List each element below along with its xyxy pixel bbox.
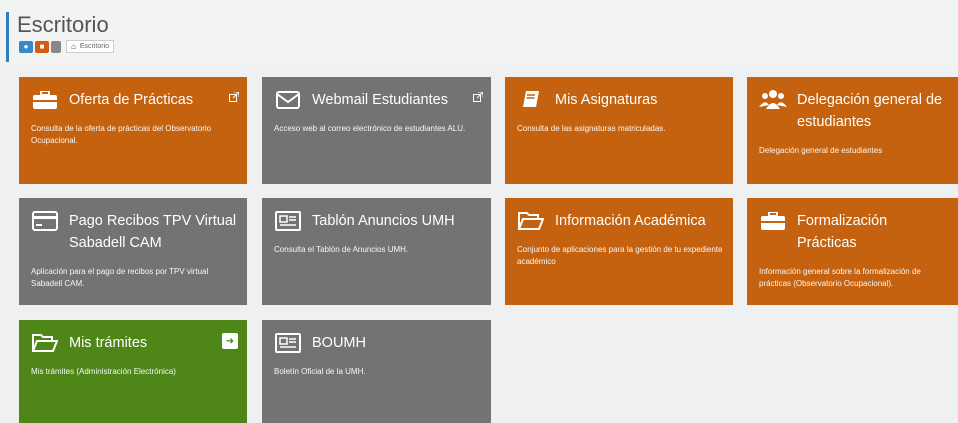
envelope-icon: [274, 89, 302, 111]
home-icon[interactable]: ⌂: [71, 42, 76, 51]
tile-title: Mis trámites: [69, 335, 148, 351]
tile-description: Conjunto de aplicaciones para la gestión…: [517, 245, 723, 266]
newspaper-icon: [274, 210, 302, 232]
tile-title: Webmail Estudiantes: [312, 92, 448, 108]
tile-informacion-academica[interactable]: Información Académica Conjunto de aplica…: [505, 198, 733, 305]
tile-title: Oferta de Prácticas: [69, 92, 194, 108]
tile-title: Información Académica: [555, 213, 706, 229]
tile-description: Información general sobre la formalizaci…: [759, 267, 921, 288]
book-icon: [517, 89, 545, 111]
header-accent-bar: [6, 12, 9, 62]
breadcrumb: ● ■ ⌂ Escritorio: [19, 40, 115, 53]
newspaper-icon: [274, 332, 302, 354]
breadcrumb-path: ⌂ Escritorio: [66, 40, 115, 53]
external-link-icon[interactable]: [473, 89, 484, 102]
briefcase-icon: [759, 210, 787, 232]
tile-webmail[interactable]: Webmail Estudiantes Acceso web al correo…: [262, 77, 491, 184]
external-link-icon[interactable]: [229, 89, 240, 102]
tile-title: Pago Recibos TPV Virtual Sabadell CAM: [69, 213, 237, 251]
tile-oferta-practicas[interactable]: Oferta de Prácticas Consulta de la ofert…: [19, 77, 247, 184]
page-header: Escritorio ● ■ ⌂ Escritorio: [0, 0, 958, 65]
breadcrumb-current[interactable]: Escritorio: [80, 43, 109, 50]
credit-card-icon: [31, 210, 59, 232]
tile-description: Consulta el Tablón de Anuncios UMH.: [274, 245, 409, 254]
tile-description: Mis trámites (Administración Electrónica…: [31, 367, 176, 376]
group-icon: [759, 89, 787, 111]
tile-description: Acceso web al correo electrónico de estu…: [274, 124, 466, 133]
tile-mis-asignaturas[interactable]: Mis Asignaturas Consulta de las asignatu…: [505, 77, 733, 184]
tile-title: Delegación general de estudiantes: [797, 92, 943, 130]
tile-boumh[interactable]: BOUMH Boletín Oficial de la UMH.: [262, 320, 491, 423]
tile-formalizacion-practicas[interactable]: Formalización Prácticas Información gene…: [747, 198, 958, 305]
tile-tablon-anuncios[interactable]: Tablón Anuncios UMH Consulta el Tablón d…: [262, 198, 491, 305]
sign-in-icon[interactable]: ➜: [222, 333, 238, 349]
folder-open-icon: [517, 210, 545, 232]
tile-delegacion[interactable]: Delegación general de estudiantes Delega…: [747, 77, 958, 184]
tile-description: Delegación general de estudiantes: [759, 146, 883, 155]
tile-description: Aplicación para el pago de recibos por T…: [31, 267, 209, 288]
page-title: Escritorio: [17, 12, 109, 37]
tile-mis-tramites[interactable]: Mis trámites ➜ Mis trámites (Administrac…: [19, 320, 247, 423]
tile-description: Boletín Oficial de la UMH.: [274, 367, 366, 376]
briefcase-icon: [31, 89, 59, 111]
tile-description: Consulta de la oferta de prácticas del O…: [31, 124, 212, 145]
users-icon[interactable]: ●: [19, 40, 33, 53]
tile-description: Consulta de las asignaturas matriculadas…: [517, 124, 666, 133]
tile-title: BOUMH: [312, 335, 366, 351]
tile-pago-recibos[interactable]: Pago Recibos TPV Virtual Sabadell CAM Ap…: [19, 198, 247, 305]
book-icon[interactable]: ■: [35, 40, 49, 53]
tile-title: Mis Asignaturas: [555, 92, 658, 108]
tile-title: Formalización Prácticas: [797, 213, 888, 251]
folder-open-icon: [31, 332, 59, 354]
tile-title: Tablón Anuncios UMH: [312, 213, 455, 229]
toggle-icon[interactable]: [51, 40, 61, 53]
